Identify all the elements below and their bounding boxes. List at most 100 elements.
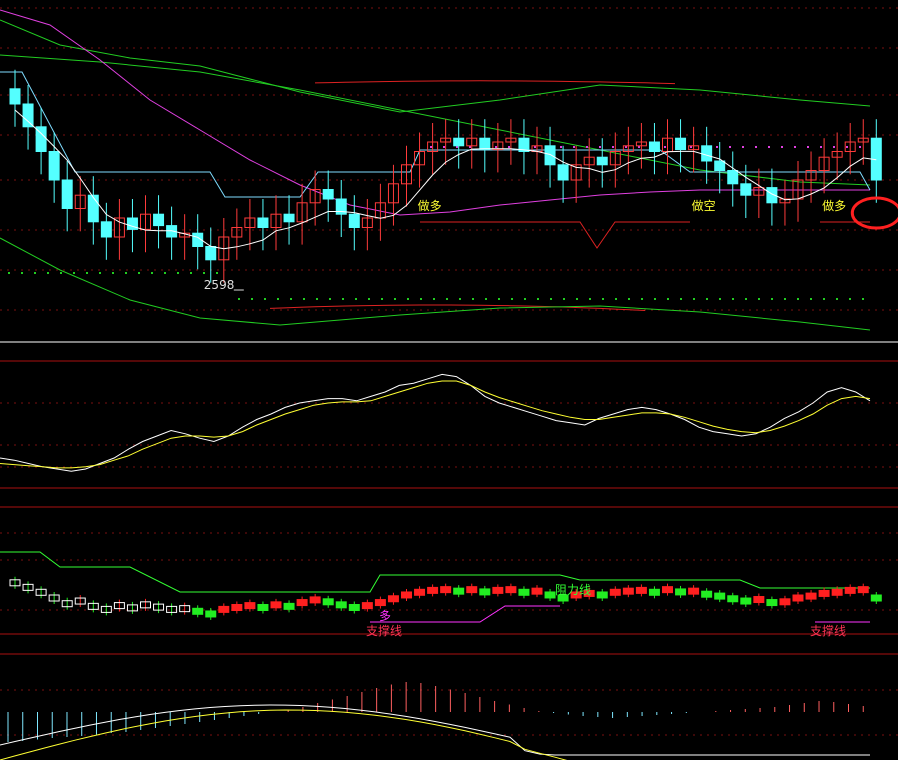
support-label: 支撑线	[810, 623, 846, 638]
dot-support	[641, 298, 643, 300]
dot-support	[771, 298, 773, 300]
mini-candle-up	[231, 604, 243, 611]
dot-support	[680, 298, 682, 300]
mini-candle-up	[218, 605, 230, 613]
dot-support	[693, 298, 695, 300]
mini-candle-up	[688, 587, 700, 595]
dot-resistance	[664, 146, 666, 148]
mini-candle-down	[740, 597, 752, 605]
mini-candle-up	[414, 588, 426, 596]
dot-support	[8, 272, 10, 274]
dot-support	[21, 272, 23, 274]
dot-support	[810, 298, 812, 300]
dot-resistance	[768, 146, 770, 148]
dot-support	[706, 298, 708, 300]
dot-resistance	[820, 146, 822, 148]
mini-candle-down	[453, 587, 465, 595]
dot-support	[381, 298, 383, 300]
dot-support	[745, 298, 747, 300]
resistance-line	[0, 551, 870, 593]
dot-support	[238, 298, 240, 300]
mini-candle-down	[766, 599, 778, 607]
dot-support	[498, 298, 500, 300]
candle-down	[701, 145, 713, 162]
dot-support	[472, 298, 474, 300]
lower-band-green	[0, 237, 871, 331]
dot-support	[784, 298, 786, 300]
dot-support	[485, 298, 487, 300]
dot-support	[138, 272, 140, 274]
dot-support	[420, 298, 422, 300]
dot-support	[203, 272, 205, 274]
mini-candle-down	[335, 601, 347, 609]
dot-support	[177, 272, 179, 274]
momentum-line-white	[0, 704, 870, 756]
dot-support	[628, 298, 630, 300]
mini-candle-up	[531, 587, 543, 595]
candle-down	[61, 179, 73, 209]
candle-down	[675, 137, 687, 151]
oscillator-slow-line	[0, 380, 871, 469]
mini-candle-up	[427, 586, 439, 594]
candle-down	[257, 217, 269, 228]
upper-band-green	[0, 19, 871, 113]
dot-resistance	[586, 146, 588, 148]
mini-candle-up	[779, 598, 791, 606]
mini-candle-up	[805, 592, 817, 600]
mini-candle-up	[387, 595, 399, 603]
dot-support	[797, 298, 799, 300]
mini-candle-down	[701, 590, 713, 598]
mini-candle-down	[648, 588, 660, 596]
candle-down	[714, 160, 726, 171]
dot-resistance	[794, 146, 796, 148]
low-price-label: 2598	[204, 278, 235, 292]
dot-support	[862, 298, 864, 300]
candle-down	[48, 151, 60, 181]
mini-candle-up	[831, 588, 843, 596]
dot-support	[732, 298, 734, 300]
dot-support	[394, 298, 396, 300]
red-stop-line	[420, 221, 690, 249]
stock-chart: 2598 做多 做空 做多支撑线 支撑线 阻力线多	[0, 7, 898, 760]
dot-resistance	[742, 146, 744, 148]
mini-candle-down	[675, 588, 687, 596]
dot-support	[60, 272, 62, 274]
dot-support	[316, 298, 318, 300]
dot-resistance	[729, 146, 731, 148]
ma-magenta	[0, 9, 870, 216]
long-line	[370, 605, 560, 623]
mini-candle-up	[662, 586, 673, 594]
dot-resistance	[456, 146, 458, 148]
candle-down	[22, 103, 34, 128]
candle-down	[9, 88, 21, 105]
candle-down	[648, 141, 660, 152]
dot-support	[719, 298, 721, 300]
dot-support	[511, 298, 513, 300]
candle-down	[322, 189, 334, 200]
mini-candle-up	[622, 587, 634, 595]
dot-resistance	[781, 146, 783, 148]
dot-support	[563, 298, 565, 300]
dot-support	[355, 298, 357, 300]
mini-candle-up	[361, 602, 373, 610]
highlight-circle	[850, 196, 898, 230]
mini-candle-up	[244, 602, 256, 610]
long-label: 多	[379, 609, 391, 623]
support-label: 支撑线	[366, 623, 402, 638]
dot-resistance	[755, 146, 757, 148]
mini-candle-down	[205, 610, 217, 618]
mini-candle-up	[296, 599, 308, 607]
mini-candle-down	[479, 588, 491, 596]
dot-resistance	[846, 146, 848, 148]
dot-support	[151, 272, 153, 274]
mini-candle-up	[609, 588, 621, 596]
mini-candle-up	[401, 591, 412, 599]
candle-down	[100, 221, 112, 238]
mini-candle-up	[505, 586, 517, 594]
candle-down	[479, 137, 491, 151]
mini-candle-up	[466, 586, 478, 594]
oscillator-fast-line	[0, 373, 871, 472]
upper-band-red	[314, 80, 676, 85]
dot-support	[277, 298, 279, 300]
dot-support	[112, 272, 114, 274]
